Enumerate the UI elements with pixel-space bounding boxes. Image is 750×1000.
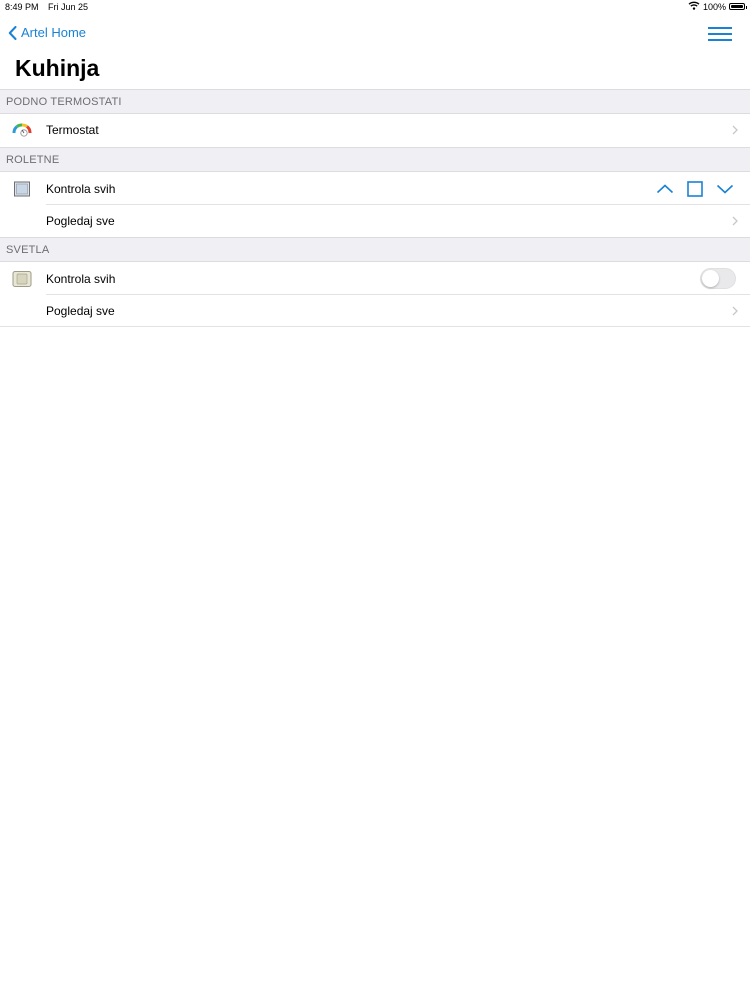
lights-control-all-label: Kontrola svih: [46, 272, 116, 286]
shutters-control-all-label: Kontrola svih: [46, 182, 116, 196]
shutter-window-icon: [12, 181, 32, 197]
status-bar: 8:49 PM Fri Jun 25 100%: [0, 0, 750, 14]
status-date: Fri Jun 25: [48, 2, 89, 12]
back-button-label: Artel Home: [21, 25, 87, 40]
list-item-thermostat[interactable]: Termostat: [0, 114, 750, 146]
app-screen: 8:49 PM Fri Jun 25 100% Artel Home Kuhin…: [0, 0, 750, 1000]
shutters-view-all-label: Pogledaj sve: [46, 214, 115, 228]
thermostat-gauge-icon: [12, 122, 32, 138]
wifi-icon: [688, 1, 700, 12]
list-item-shutters-view-all[interactable]: Pogledaj sve: [0, 205, 750, 237]
section-header-shutters: ROLETNE: [0, 147, 750, 172]
chevron-left-icon: [8, 25, 17, 40]
hamburger-menu-icon[interactable]: [708, 27, 732, 41]
down-arrow-icon[interactable]: [716, 181, 734, 197]
status-right-group: 100%: [688, 1, 747, 12]
row-divider: [0, 326, 750, 327]
stop-square-icon[interactable]: [686, 181, 704, 197]
section-header-lights: SVETLA: [0, 237, 750, 262]
lights-toggle-switch[interactable]: [700, 268, 736, 289]
list-item-shutters-control-all: Kontrola svih: [0, 173, 750, 205]
section-header-floor-heating: PODNO TERMOSTATI: [0, 89, 750, 114]
battery-fill: [731, 5, 743, 8]
light-switch-icon: [12, 271, 32, 287]
status-time: 8:49 PM: [5, 2, 39, 12]
list-item-lights-view-all[interactable]: Pogledaj sve: [0, 295, 750, 327]
shutter-controls: [656, 181, 734, 197]
up-arrow-icon[interactable]: [656, 181, 674, 197]
toggle-knob: [702, 270, 719, 287]
battery-percent: 100%: [702, 1, 726, 12]
chevron-right-icon: [732, 216, 738, 226]
list-item-lights-control-all: Kontrola svih: [0, 263, 750, 295]
page-title: Kuhinja: [15, 55, 100, 81]
chevron-right-icon: [732, 306, 738, 316]
lights-view-all-label: Pogledaj sve: [46, 304, 115, 318]
thermostat-label: Termostat: [46, 123, 99, 137]
battery-icon: [729, 3, 747, 10]
back-button[interactable]: Artel Home: [8, 25, 86, 40]
chevron-right-icon: [732, 125, 738, 135]
